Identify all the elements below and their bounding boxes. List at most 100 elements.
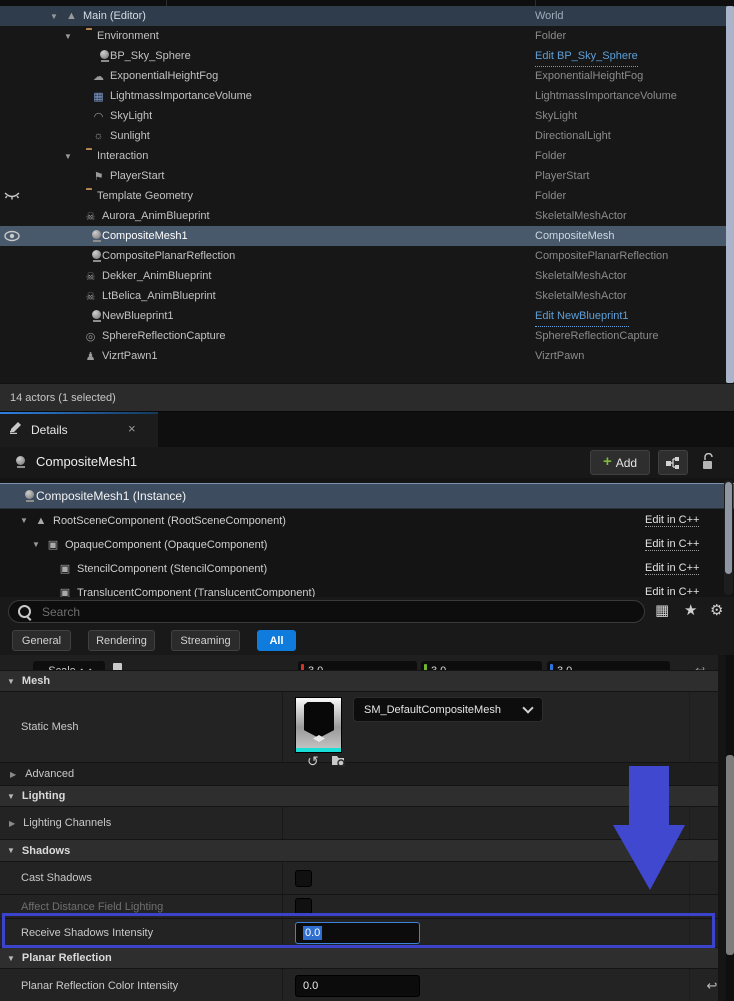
section-header-mesh[interactable]: ▼ Mesh [0,671,734,692]
outliner-row-lightmass-volume[interactable]: ▦ LightmassImportanceVolume LightmassImp… [0,86,734,106]
static-mesh-dropdown[interactable]: SM_DefaultCompositeMesh [353,697,543,722]
actor-type: Folder [535,146,566,166]
actor-type: SkyLight [535,106,577,126]
eye-open-icon[interactable] [3,229,23,243]
field-value: 0.0 [303,980,318,992]
actor-label: CompositePlanarReflection [102,250,235,262]
actor-label: SphereReflectionCapture [102,330,226,342]
filter-all-active[interactable]: All [257,630,296,651]
component-row-stencil[interactable]: ▣ StencilComponent (StencilComponent) Ed… [0,557,734,580]
sun-icon: ☼ [90,130,107,142]
edit-in-cpp-link[interactable]: Edit in C++ [645,562,699,575]
planar-color-intensity-field[interactable]: 0.0 [295,975,420,997]
favorites-star-icon[interactable]: ★ [684,601,697,619]
add-component-button[interactable]: + Add [590,450,650,475]
edit-blueprint-link[interactable]: Edit NewBlueprint1 [535,306,629,327]
settings-gear-icon[interactable]: ⚙ [710,601,723,619]
actor-type: LightmassImportanceVolume [535,86,677,106]
tab-details[interactable]: Details × [0,412,158,447]
edit-in-cpp-link[interactable]: Edit in C++ [645,586,699,597]
field-value-selected: 0.0 [303,926,322,940]
lighting-channels-row[interactable]: ▶ Lighting Channels [0,807,734,840]
cast-shadows-checkbox[interactable] [295,870,312,887]
chevron-down-icon[interactable]: ▼ [20,516,33,525]
outliner-row-interaction[interactable]: ▼ Interaction Folder [0,146,734,166]
section-header-planar-reflection[interactable]: ▼ Planar Reflection [0,948,734,969]
component-row-rootscene[interactable]: ▼ ▲ RootSceneComponent (RootSceneCompone… [0,509,734,532]
receive-shadows-intensity-field[interactable]: 0.0 [295,922,420,944]
edit-in-cpp-link[interactable]: Edit in C++ [645,514,699,527]
search-input[interactable] [40,604,644,620]
details-scrollbar-thumb[interactable] [726,755,734,955]
outliner-row-ltbelica[interactable]: ☠ LtBelica_AnimBlueprint SkeletalMeshAct… [0,286,734,306]
use-selected-asset-icon[interactable]: ↺ [307,753,319,770]
property-label: Lighting Channels [23,817,111,829]
outliner-row-composite-planar[interactable]: CompositePlanarReflection CompositePlana… [0,246,734,266]
chevron-down-icon: ▼ [7,846,15,855]
outliner-row-aurora[interactable]: ☠ Aurora_AnimBlueprint SkeletalMeshActor [0,206,734,226]
eye-closed-icon[interactable] [3,188,23,202]
outliner-row-sunlight[interactable]: ☼ Sunlight DirectionalLight [0,126,734,146]
outliner-row-skylight[interactable]: ◠ SkyLight SkyLight [0,106,734,126]
category-advanced[interactable]: ▶ Advanced [0,763,734,786]
actor-label: Dekker_AnimBlueprint [102,270,211,282]
outliner-row-playerstart[interactable]: ⚑ PlayerStart PlayerStart [0,166,734,186]
lock-scale-icon[interactable] [113,663,122,671]
outliner-row-sphere-reflection[interactable]: ◎ SphereReflectionCapture SphereReflecti… [0,326,734,346]
component-label: StencilComponent (StencilComponent) [77,563,267,575]
outliner-row-environment[interactable]: ▼ Environment Folder [0,26,734,46]
revert-icon[interactable]: ↩ [695,663,705,671]
outliner-row-template-geometry[interactable]: Template Geometry Folder [0,186,734,206]
close-icon[interactable]: × [128,421,136,436]
filter-rendering[interactable]: Rendering [88,630,155,651]
filter-streaming[interactable]: Streaming [171,630,240,651]
chevron-down-icon[interactable]: ▼ [64,152,77,161]
section-header-shadows[interactable]: ▼ Shadows [0,840,734,862]
outliner-row-bp-sky-sphere[interactable]: BP_Sky_Sphere Edit BP_Sky_Sphere [0,46,734,66]
chevron-down-icon [80,664,91,671]
scale-dropdown-button[interactable]: Scale [33,661,105,671]
mesh-component-icon: ▣ [57,586,73,597]
scale-y-field[interactable]: 3.0 [421,661,542,671]
static-mesh-row: Static Mesh SM_DefaultCompositeMesh ↺ [0,692,734,763]
chip-label: All [269,635,283,647]
actor-type: SkeletalMeshActor [535,266,627,286]
browse-to-asset-icon[interactable] [331,753,346,770]
component-row-opaque[interactable]: ▼ ▣ OpaqueComponent (OpaqueComponent) Ed… [0,533,734,556]
filter-general[interactable]: General [12,630,71,651]
outliner-row-dekker[interactable]: ☠ Dekker_AnimBlueprint SkeletalMeshActor [0,266,734,286]
chevron-down-icon [522,702,533,713]
scale-y-value: 3.0 [431,665,446,671]
search-input-container[interactable] [8,600,645,623]
chevron-down-icon[interactable]: ▼ [50,12,63,21]
actor-sphere-icon [16,490,32,502]
outliner-row-main[interactable]: ▼ ▲ Main (Editor) World [0,6,734,26]
folder-icon [77,190,94,202]
section-title: Planar Reflection [22,952,112,964]
section-header-lighting[interactable]: ▼ Lighting [0,786,734,807]
static-mesh-thumbnail[interactable] [295,697,342,753]
actor-label: Aurora_AnimBlueprint [102,210,210,222]
skeletal-mesh-icon: ☠ [82,270,99,283]
chevron-down-icon[interactable]: ▼ [64,32,77,41]
actor-sphere-icon [82,310,99,322]
scale-z-field[interactable]: 3.0 [547,661,670,671]
details-pencil-icon [9,421,23,439]
unlock-icon[interactable] [700,453,716,476]
component-row-translucent[interactable]: ▣ TranslucentComponent (TranslucentCompo… [0,581,734,597]
outliner-row-newblueprint1[interactable]: NewBlueprint1 Edit NewBlueprint1 [0,306,734,326]
components-scrollbar-thumb[interactable] [725,482,732,574]
actor-type: SkeletalMeshActor [535,206,627,226]
outliner-row-compositemesh1-selected[interactable]: CompositeMesh1 CompositeMesh [0,226,734,246]
scale-x-field[interactable]: 3.0 [298,661,417,671]
outliner-scrollbar[interactable] [726,6,734,383]
component-row-instance-selected[interactable]: CompositeMesh1 (Instance) [0,483,734,509]
outliner-row-vizrtpawn[interactable]: ♟ VizrtPawn1 VizrtPawn [0,346,734,366]
edit-blueprint-link[interactable]: Edit BP_Sky_Sphere [535,46,638,67]
revert-to-default-icon[interactable]: ↩ [707,978,718,994]
outliner-row-heightfog[interactable]: ☁ ExponentialHeightFog ExponentialHeight… [0,66,734,86]
edit-in-cpp-link[interactable]: Edit in C++ [645,538,699,551]
grid-view-icon[interactable]: ▦ [655,601,669,619]
blueprint-hierarchy-button[interactable] [658,450,688,475]
chevron-down-icon[interactable]: ▼ [32,540,45,549]
